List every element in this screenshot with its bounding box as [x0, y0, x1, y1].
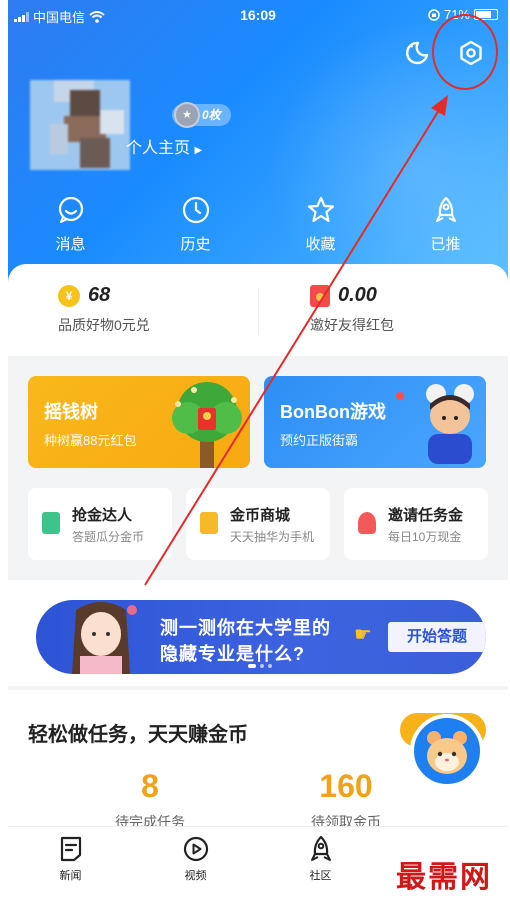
- clock-icon: [182, 196, 209, 224]
- tab-label: 新闻: [59, 870, 82, 882]
- quiz-banner[interactable]: 测一测你在大学里的 隐藏专业是什么? ☛ 开始答题: [36, 600, 486, 674]
- quiz-master-card[interactable]: 抢金达人 答题瓜分金币: [28, 488, 172, 560]
- personal-homepage-link[interactable]: 个人主页 ▶: [126, 134, 202, 158]
- promo-title: BonBon游戏: [280, 402, 386, 422]
- mini-title: 邀请任务金: [388, 507, 464, 524]
- document-icon: [42, 512, 60, 534]
- nav-favorites[interactable]: 收藏: [258, 195, 383, 254]
- coin-mall-card[interactable]: 金币商城 天天抽华为手机: [186, 488, 330, 560]
- girl-illustration-icon: [72, 602, 137, 674]
- coin-stat-label: 品质好物0元兑: [58, 317, 150, 333]
- hamster-mascot-button[interactable]: [410, 714, 484, 788]
- user-icon: [358, 512, 376, 534]
- coin-count: 0枚: [202, 108, 221, 122]
- homepage-label: 个人主页: [126, 140, 191, 157]
- task-title: 轻松做任务，天天赚金币: [28, 724, 248, 746]
- promo-subtitle: 种树赢88元红包: [44, 433, 137, 448]
- pending-coins-count[interactable]: 160: [266, 768, 426, 805]
- star-icon: [307, 196, 334, 223]
- redpacket-value: 0.00: [338, 284, 377, 306]
- divider: [258, 288, 259, 334]
- mini-title: 金币商城: [230, 507, 291, 524]
- hamster-icon: [427, 731, 467, 774]
- tab-community[interactable]: 社区: [258, 827, 383, 902]
- promo-subtitle: 预约正版街霸: [280, 433, 359, 448]
- orientation-lock-icon: [428, 8, 440, 21]
- medal-icon: ★: [174, 102, 200, 128]
- shopping-bag-icon: [200, 512, 218, 534]
- coin-stat[interactable]: ¥68 品质好物0元兑: [58, 284, 150, 335]
- money-tree-card[interactable]: 摇钱树 种树赢88元红包: [28, 376, 250, 468]
- rocket-icon: [310, 835, 331, 861]
- nav-label: 收藏: [305, 236, 336, 253]
- banner-line2: 隐藏专业是什么?: [160, 644, 305, 664]
- coin-icon: ¥: [58, 284, 80, 307]
- start-quiz-button[interactable]: 开始答题: [388, 622, 486, 652]
- nav-label: 消息: [55, 236, 86, 253]
- bonbon-game-card[interactable]: BonBon游戏 预约正版街霸: [264, 376, 486, 468]
- invite-task-card[interactable]: 邀请任务金 每日10万现金: [344, 488, 488, 560]
- promo-title: 摇钱树: [44, 402, 98, 422]
- rocket-icon: [435, 196, 456, 222]
- game-character-icon: [426, 384, 474, 464]
- nav-messages[interactable]: 消息: [8, 195, 133, 254]
- tab-label: 社区: [309, 870, 332, 882]
- play-icon: [183, 836, 208, 862]
- nav-label: 历史: [180, 236, 211, 253]
- pointing-hand-icon: ☛: [354, 624, 372, 646]
- app-screen: 中国电信 16:09 71% ★ 0枚 个人主页 ▶ 消息 历史 收藏 已推 ¥…: [8, 0, 508, 902]
- chevron-right-icon: ▶: [194, 145, 203, 156]
- coin-badge[interactable]: ★ 0枚: [172, 102, 231, 128]
- annotation-circle: [432, 14, 498, 90]
- coin-value: 68: [88, 284, 111, 306]
- watermark-logo: 最需网: [396, 861, 492, 894]
- notification-dot: [396, 392, 404, 400]
- avatar[interactable]: [30, 80, 130, 170]
- nav-pushed[interactable]: 已推: [383, 195, 508, 254]
- pending-tasks-count[interactable]: 8: [70, 768, 230, 805]
- mini-subtitle: 答题瓜分金币: [72, 530, 145, 544]
- news-icon: [60, 836, 81, 862]
- mini-title: 抢金达人: [72, 507, 133, 524]
- red-envelope-icon: [310, 284, 330, 307]
- mini-subtitle: 天天抽华为手机: [230, 530, 315, 544]
- moon-icon: [406, 41, 429, 65]
- banner-line1: 测一测你在大学里的: [160, 618, 331, 638]
- quick-nav: 消息 历史 收藏 已推: [8, 195, 508, 254]
- money-tree-icon: [172, 382, 242, 468]
- nav-history[interactable]: 历史: [133, 195, 258, 254]
- message-icon: [58, 196, 83, 223]
- nav-label: 已推: [430, 236, 461, 253]
- night-mode-button[interactable]: [400, 36, 434, 70]
- tab-video[interactable]: 视频: [133, 827, 258, 902]
- tab-news[interactable]: 新闻: [8, 827, 133, 902]
- carousel-dots: [248, 664, 272, 668]
- redpacket-stat-label: 邀好友得红包: [310, 317, 394, 333]
- wallet-card: ¥68 品质好物0元兑 0.00 邀好友得红包: [8, 264, 508, 356]
- redpacket-stat[interactable]: 0.00 邀好友得红包: [310, 284, 394, 335]
- tab-label: 视频: [184, 870, 207, 882]
- status-bar: 中国电信 16:09 71%: [8, 0, 508, 30]
- mini-subtitle: 每日10万现金: [388, 530, 462, 544]
